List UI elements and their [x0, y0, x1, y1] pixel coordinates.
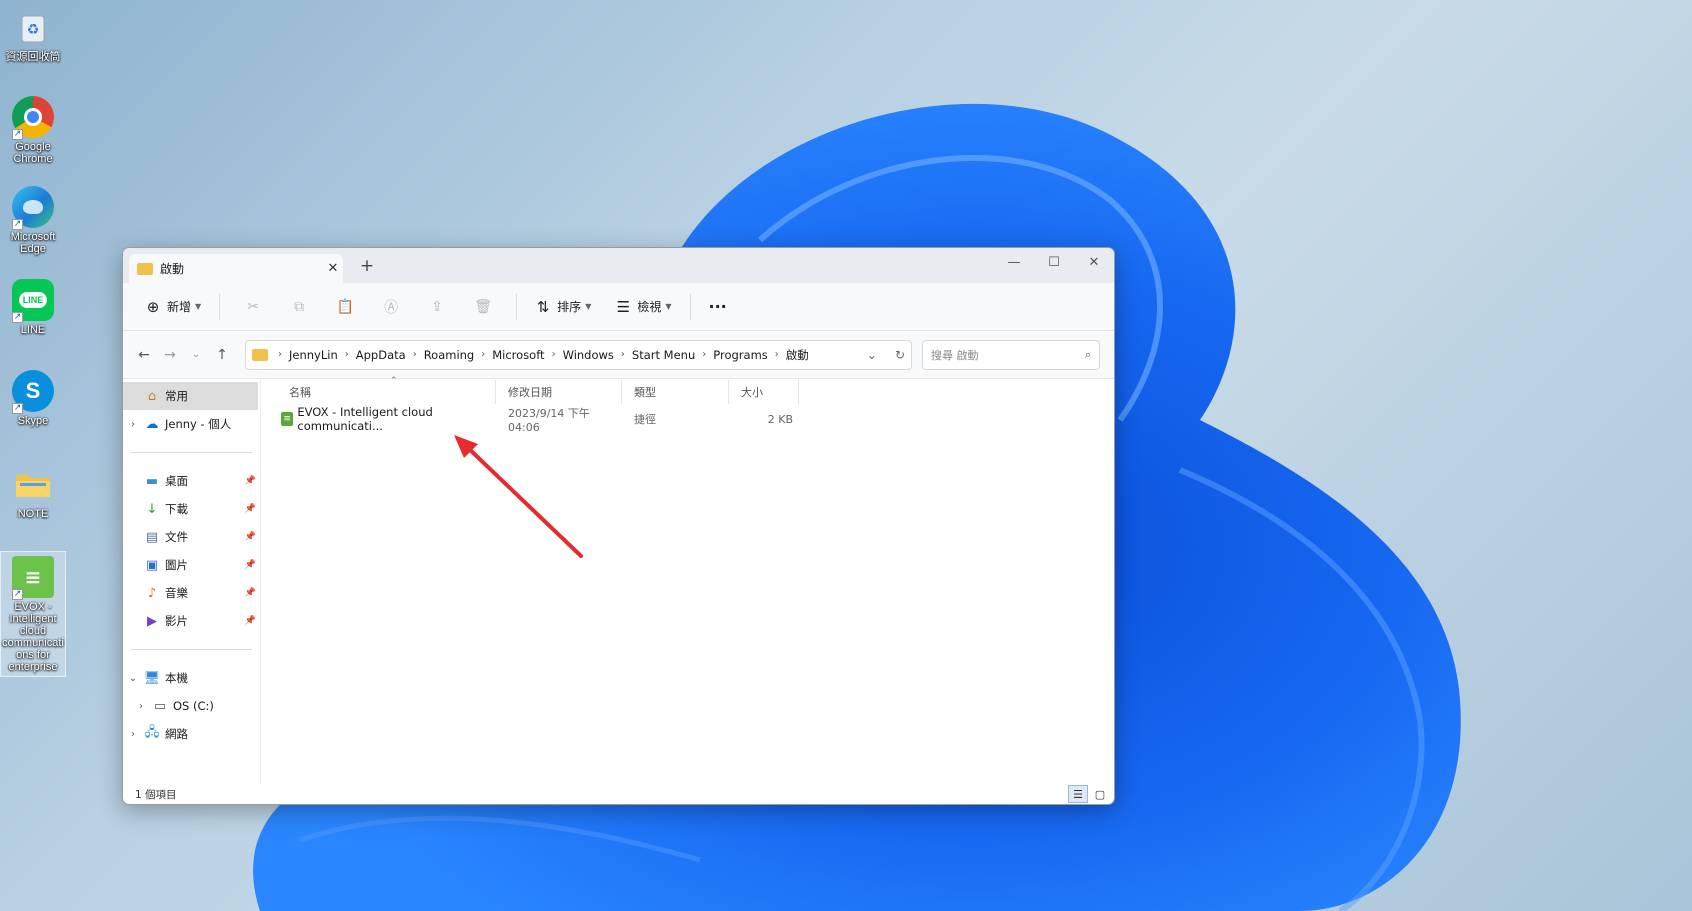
annotation-arrow [454, 435, 583, 558]
